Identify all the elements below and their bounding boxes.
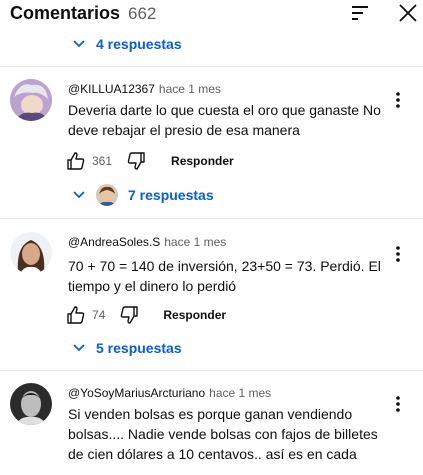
divider xyxy=(0,370,423,371)
chevron-down-icon xyxy=(73,191,85,199)
comment-text: Deveria darte lo que cuesta el oro que g… xyxy=(68,102,381,138)
chevron-down-icon xyxy=(73,40,85,48)
avatar[interactable] xyxy=(10,79,52,121)
more-vert-icon xyxy=(396,396,400,412)
thumb-down-icon xyxy=(121,306,139,324)
dislike-button[interactable] xyxy=(126,151,146,171)
like-count: 361 xyxy=(92,154,113,168)
replies-label: 7 respuestas xyxy=(128,187,214,203)
avatar-image xyxy=(96,184,118,206)
comment-count: 662 xyxy=(128,4,157,23)
avatar[interactable] xyxy=(10,232,52,274)
comment-header: @AndreaSoles.S hace 1 mes xyxy=(68,235,226,249)
comment-actions: 361 Responder xyxy=(66,151,234,171)
replies-label: 5 respuestas xyxy=(96,340,182,356)
view-replies-link[interactable]: 5 respuestas xyxy=(72,340,182,356)
divider xyxy=(0,66,423,67)
reply-button[interactable]: Responder xyxy=(163,308,226,322)
panel-title: Comentarios xyxy=(10,3,121,23)
author-name[interactable]: @AndreaSoles.S xyxy=(68,235,160,249)
reply-button[interactable]: Responder xyxy=(171,154,234,168)
like-button[interactable] xyxy=(66,151,86,171)
like-count: 74 xyxy=(92,308,106,322)
comment-header: @YoSoyMariusArcturiano hace 1 mes xyxy=(68,386,271,400)
reply-avatar xyxy=(96,184,118,206)
view-replies-link[interactable]: 7 respuestas xyxy=(72,184,214,206)
view-replies-link[interactable]: 4 respuestas xyxy=(72,36,182,52)
more-vert-icon xyxy=(396,92,400,108)
comment-text: Si venden bolsas es porque ganan vendien… xyxy=(68,406,378,462)
comment-actions: 74 Responder xyxy=(66,305,226,325)
comment-menu-button[interactable] xyxy=(388,88,408,112)
timestamp[interactable]: hace 1 mes xyxy=(164,235,226,249)
timestamp[interactable]: hace 1 mes xyxy=(159,82,221,96)
replies-label: 4 respuestas xyxy=(96,36,182,52)
thumb-down-icon xyxy=(127,152,145,170)
avatar-image xyxy=(10,232,52,274)
comment-menu-button[interactable] xyxy=(388,242,408,266)
author-name[interactable]: @KILLUA12367 xyxy=(68,82,155,96)
more-vert-icon xyxy=(396,246,400,262)
sort-icon xyxy=(352,6,368,20)
comment-menu-button[interactable] xyxy=(388,392,408,416)
avatar[interactable] xyxy=(10,383,52,425)
divider xyxy=(0,218,423,219)
thumb-up-icon xyxy=(67,306,85,324)
sort-button[interactable] xyxy=(347,2,373,24)
like-button[interactable] xyxy=(66,305,86,325)
dislike-button[interactable] xyxy=(119,305,139,325)
close-button[interactable] xyxy=(396,1,420,25)
avatar-image xyxy=(10,383,52,425)
author-name[interactable]: @YoSoyMariusArcturiano xyxy=(68,386,205,400)
comment-header: @KILLUA12367 hace 1 mes xyxy=(68,82,221,96)
avatar-image xyxy=(10,79,52,121)
timestamp[interactable]: hace 1 mes xyxy=(209,386,271,400)
close-icon xyxy=(399,4,417,22)
chevron-down-icon xyxy=(73,344,85,352)
thumb-up-icon xyxy=(67,152,85,170)
comment-text: 70 + 70 = 140 de inversión, 23+50 = 73. … xyxy=(68,258,381,294)
